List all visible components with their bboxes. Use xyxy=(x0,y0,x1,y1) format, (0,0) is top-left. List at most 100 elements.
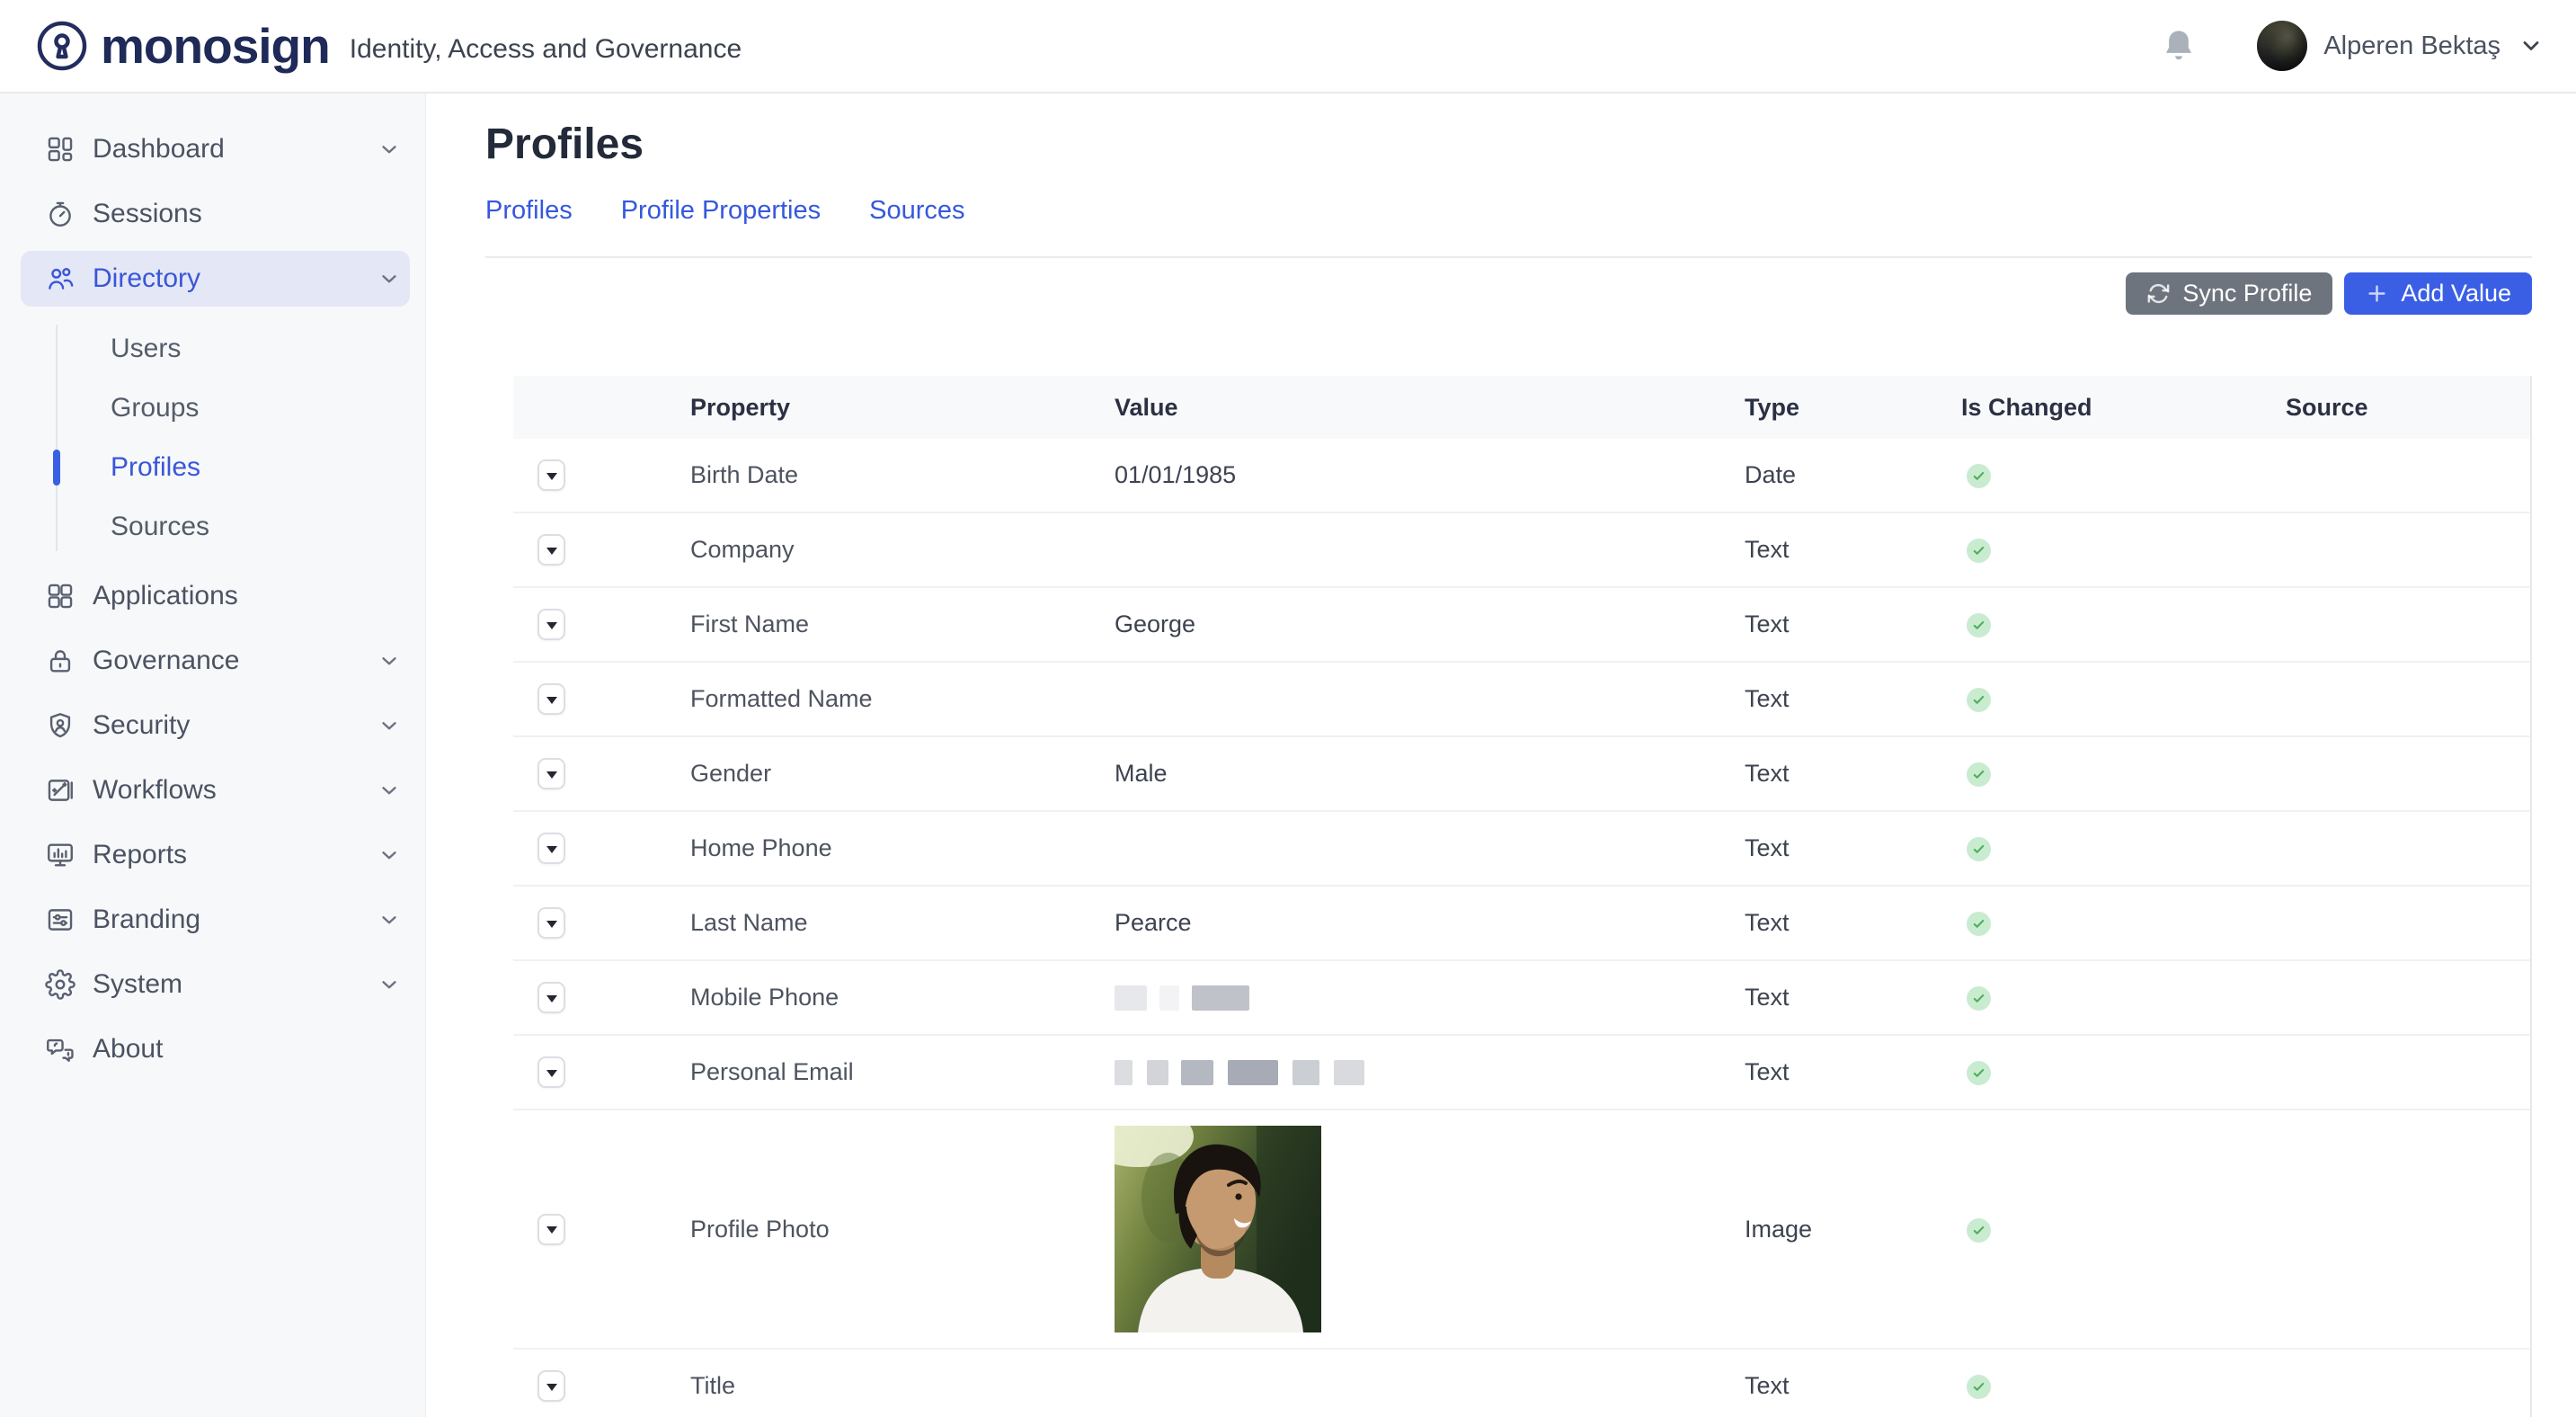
property-cell: Personal Email xyxy=(690,1058,1115,1086)
value-cell xyxy=(1115,1060,1745,1085)
redacted-value-block xyxy=(1115,985,1147,1011)
tab-profiles[interactable]: Profiles xyxy=(485,196,573,226)
row-actions-cell xyxy=(513,1056,690,1088)
profile-photo-image xyxy=(1115,1126,1321,1332)
table-row-birth-date: Birth Date 01/01/1985 Date xyxy=(513,439,2530,513)
sync-profile-button[interactable]: Sync Profile xyxy=(2126,272,2332,315)
sidebar-item-system[interactable]: System xyxy=(21,957,410,1012)
security-icon xyxy=(45,710,76,741)
caret-down-icon xyxy=(546,995,557,1003)
sidebar-item-branding[interactable]: Branding xyxy=(21,892,410,948)
chevron-down-icon xyxy=(378,843,401,867)
user-name[interactable]: Alperen Bektaş xyxy=(2323,31,2500,61)
type-cell: Text xyxy=(1745,760,1961,788)
value-cell: Pearce xyxy=(1115,909,1745,937)
is-changed-check-icon xyxy=(1967,986,1991,1011)
row-actions-cell xyxy=(513,907,690,939)
row-actions-dropdown-button[interactable] xyxy=(537,907,565,939)
notification-bell-icon[interactable] xyxy=(2160,26,2198,66)
sidebar-item-directory[interactable]: Directory xyxy=(21,251,410,307)
property-cell: Title xyxy=(690,1372,1115,1400)
is-changed-cell xyxy=(1961,685,2286,713)
chevron-down-icon xyxy=(378,138,401,161)
sidebar-item-applications[interactable]: Applications xyxy=(21,568,410,624)
branding-icon xyxy=(45,905,76,935)
user-menu-chevron-down-icon[interactable] xyxy=(2518,33,2544,58)
sidebar-item-reports[interactable]: Reports xyxy=(21,827,410,883)
sidebar-item-label: Sessions xyxy=(93,199,410,229)
value-cell: 01/01/1985 xyxy=(1115,461,1745,489)
chevron-down-icon xyxy=(378,973,401,996)
add-value-button[interactable]: Add Value xyxy=(2344,272,2532,315)
sidebar-item-dashboard[interactable]: Dashboard xyxy=(21,121,410,177)
row-actions-dropdown-button[interactable] xyxy=(537,534,565,566)
sidebar-item-security[interactable]: Security xyxy=(21,698,410,753)
is-changed-check-icon xyxy=(1967,1061,1991,1085)
is-changed-check-icon xyxy=(1967,762,1991,787)
type-cell: Text xyxy=(1745,1058,1961,1086)
type-cell: Text xyxy=(1745,834,1961,862)
user-avatar[interactable] xyxy=(2257,21,2307,71)
redacted-value-block xyxy=(1147,1060,1168,1085)
property-cell: Company xyxy=(690,536,1115,564)
table-row-gender: Gender Male Text xyxy=(513,737,2530,812)
row-actions-cell xyxy=(513,459,690,491)
redacted-value-block xyxy=(1115,1060,1133,1085)
row-actions-dropdown-button[interactable] xyxy=(537,683,565,715)
is-changed-check-icon xyxy=(1967,912,1991,936)
sidebar-nav: Dashboard Sessions Directory Users Group… xyxy=(0,94,426,1417)
tab-sources[interactable]: Sources xyxy=(869,196,964,226)
sidebar-subitem-sources[interactable]: Sources xyxy=(0,497,425,557)
directory-icon xyxy=(45,263,76,294)
is-changed-check-icon xyxy=(1967,1375,1991,1399)
row-actions-dropdown-button[interactable] xyxy=(537,1214,565,1245)
sidebar-item-label: Governance xyxy=(93,646,378,676)
row-actions-dropdown-button[interactable] xyxy=(537,758,565,789)
dashboard-icon xyxy=(45,134,76,165)
caret-down-icon xyxy=(546,697,557,704)
page-title: Profiles xyxy=(485,117,2532,173)
property-cell: Mobile Phone xyxy=(690,984,1115,1012)
active-indicator-bar xyxy=(53,450,60,486)
caret-down-icon xyxy=(546,1070,557,1077)
sidebar-item-sessions[interactable]: Sessions xyxy=(21,186,410,242)
sidebar-subitem-groups[interactable]: Groups xyxy=(0,379,425,438)
sidebar-item-workflows[interactable]: Workflows xyxy=(21,762,410,818)
sync-profile-label: Sync Profile xyxy=(2182,280,2312,307)
tab-profile-properties[interactable]: Profile Properties xyxy=(621,196,821,226)
redacted-value-block xyxy=(1181,1060,1213,1085)
sidebar-subitem-users[interactable]: Users xyxy=(0,319,425,379)
value-cell xyxy=(1115,985,1745,1011)
caret-down-icon xyxy=(546,1384,557,1391)
is-changed-check-icon xyxy=(1967,613,1991,637)
sidebar-item-label: Dashboard xyxy=(93,134,378,165)
app-header: monosign Identity, Access and Governance… xyxy=(0,0,2576,94)
row-actions-cell xyxy=(513,758,690,789)
row-actions-dropdown-button[interactable] xyxy=(537,982,565,1013)
value-cell xyxy=(1115,1126,1745,1332)
table-body: Birth Date 01/01/1985 Date Company Text … xyxy=(513,439,2530,1417)
chevron-down-icon xyxy=(378,908,401,931)
sidebar-item-about[interactable]: About xyxy=(21,1021,410,1077)
row-actions-dropdown-button[interactable] xyxy=(537,1370,565,1402)
row-actions-cell xyxy=(513,609,690,640)
row-actions-cell xyxy=(513,1370,690,1402)
sidebar-subitem-profiles[interactable]: Profiles xyxy=(0,438,425,497)
sidebar-item-label: Security xyxy=(93,710,378,741)
property-cell: Profile Photo xyxy=(690,1216,1115,1243)
row-actions-dropdown-button[interactable] xyxy=(537,609,565,640)
row-actions-dropdown-button[interactable] xyxy=(537,1056,565,1088)
table-row-formatted-name: Formatted Name Text xyxy=(513,663,2530,737)
is-changed-cell xyxy=(1961,984,2286,1012)
type-cell: Text xyxy=(1745,1372,1961,1400)
sidebar-item-governance[interactable]: Governance xyxy=(21,633,410,689)
redacted-value-block xyxy=(1334,1060,1364,1085)
table-row-home-phone: Home Phone Text xyxy=(513,812,2530,887)
type-cell: Text xyxy=(1745,909,1961,937)
table-row-company: Company Text xyxy=(513,513,2530,588)
row-actions-dropdown-button[interactable] xyxy=(537,459,565,491)
column-header-property: Property xyxy=(690,394,1115,422)
row-actions-dropdown-button[interactable] xyxy=(537,833,565,864)
is-changed-cell xyxy=(1961,834,2286,862)
caret-down-icon xyxy=(546,846,557,853)
